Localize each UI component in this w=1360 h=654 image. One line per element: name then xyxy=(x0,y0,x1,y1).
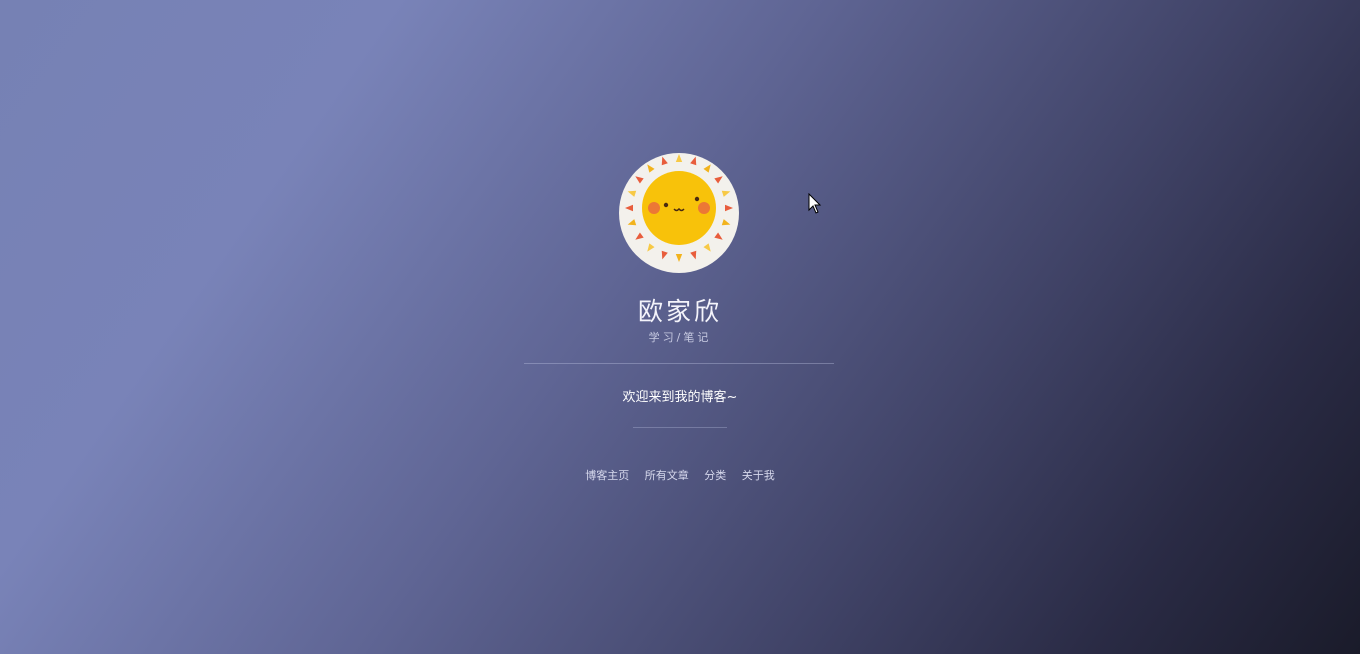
mouse-cursor-icon xyxy=(808,193,822,214)
main-nav: 博客主页 所有文章 分类 关于我 xyxy=(0,467,1360,483)
divider xyxy=(633,427,727,428)
avatar xyxy=(619,153,739,273)
nav-link-home[interactable]: 博客主页 xyxy=(585,467,629,483)
sun-face-icon xyxy=(625,154,733,262)
welcome-message: 欢迎来到我的博客~ xyxy=(622,390,738,405)
nav-link-categories[interactable]: 分类 xyxy=(704,467,726,483)
profile-landing: 欧家欣 学习/笔记 欢迎来到我的博客~ 博客主页 所有文章 分类 关于我 xyxy=(0,0,1360,654)
nav-link-all-posts[interactable]: 所有文章 xyxy=(645,467,689,483)
divider xyxy=(524,363,834,364)
nav-link-about[interactable]: 关于我 xyxy=(742,467,775,483)
page-title: 欧家欣 xyxy=(637,297,722,326)
site-subtitle: 学习/笔记 xyxy=(648,331,712,344)
